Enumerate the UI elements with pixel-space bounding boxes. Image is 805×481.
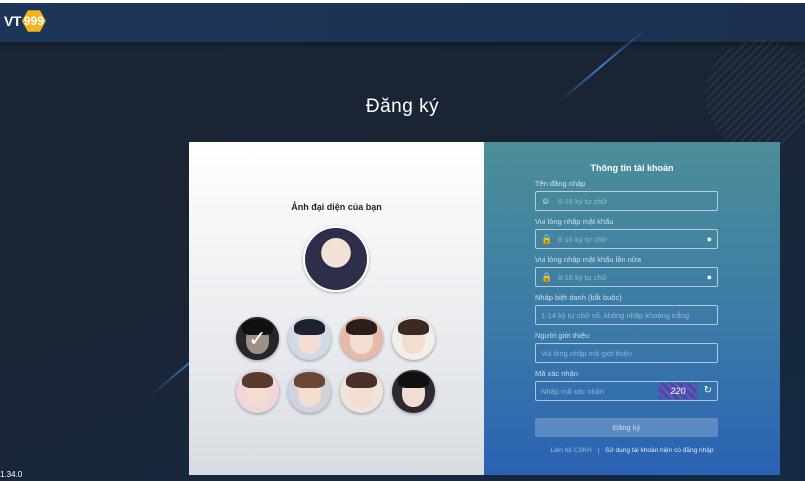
captcha-placeholder: Nhập mã xác nhận [541, 386, 604, 396]
lock-icon: 🔒 [541, 271, 553, 282]
avatar-option-female-avatar-3[interactable] [340, 370, 383, 413]
referrer-placeholder: Vui lòng nhập mã giới thiệu [541, 348, 632, 358]
avatar-option-female-avatar-2[interactable] [288, 370, 331, 413]
referrer-label: Người giới thiệu [535, 331, 590, 340]
avatar-hair [242, 372, 273, 388]
user-icon: ☺ [541, 196, 551, 206]
selected-avatar [303, 226, 369, 292]
avatar-option-female-avatar-4[interactable] [392, 370, 435, 413]
captcha-label: Mã xác nhận [535, 369, 578, 378]
login-existing-link[interactable]: Sử dụng tài khoản hiện có đăng nhập [605, 447, 713, 454]
link-separator: | [597, 447, 600, 454]
logo-text: VT [4, 13, 21, 29]
version-label: 1.34.0 [0, 470, 23, 479]
support-link[interactable]: Liên hệ CSKH [551, 447, 592, 454]
avatar-section-title: Ảnh đại diện của bạn [291, 202, 382, 212]
avatar-panel: Ảnh đại diện của bạn [189, 142, 484, 475]
eye-slash-icon[interactable]: ● [707, 234, 712, 244]
nickname-input[interactable]: 1-14 ký tự chữ số, không nhập khoảng trắ… [535, 305, 718, 325]
top-bar: VT 999 [0, 0, 805, 42]
account-form: Thông tin tài khoản Tên đăng nhập ☺ 6-16… [484, 142, 780, 475]
captcha-input[interactable]: Nhập mã xác nhận 220 ↻ [535, 381, 718, 401]
avatar-hair [294, 372, 325, 388]
avatar-option-female-avatar-1[interactable] [236, 370, 279, 413]
decorative-circle [705, 40, 805, 150]
form-title: Thông tin tài khoản [590, 163, 674, 173]
register-button[interactable]: Đăng ký [535, 418, 718, 437]
password-confirm-label: Vui lòng nhập mật khẩu lần nữa [535, 255, 642, 264]
avatar-hair [346, 319, 377, 335]
avatar-option-male-avatar-1[interactable] [236, 317, 279, 360]
avatar-hair [294, 319, 325, 335]
password-label: Vui lòng nhập mật khẩu [535, 217, 614, 226]
referrer-input[interactable]: Vui lòng nhập mã giới thiệu [535, 343, 718, 363]
avatar-hair [242, 319, 273, 335]
captcha-image: 220 [659, 383, 697, 399]
password-input[interactable]: 🔒 8-16 ký tự chữ ● [535, 229, 718, 249]
logo[interactable]: VT 999 [4, 9, 46, 33]
avatar-hair [398, 319, 429, 335]
eye-slash-icon[interactable]: ● [707, 272, 712, 282]
avatar-grid [236, 317, 435, 413]
avatar-hair [346, 372, 377, 388]
avatar-option-male-avatar-4[interactable] [392, 317, 435, 360]
avatar-option-male-avatar-3[interactable] [340, 317, 383, 360]
avatar-hair [398, 372, 429, 388]
password-placeholder: 8-16 ký tự chữ [558, 234, 607, 244]
nickname-label: Nhập biệt danh (bắt buộc) [535, 293, 622, 302]
password-confirm-placeholder: 8-16 ký tự chữ [558, 272, 607, 282]
username-input[interactable]: ☺ 6-16 ký tự chữ [535, 191, 718, 211]
refresh-icon[interactable]: ↻ [704, 385, 712, 396]
username-placeholder: 6-16 ký tự chữ [558, 196, 607, 206]
password-confirm-input[interactable]: 🔒 8-16 ký tự chữ ● [535, 267, 718, 287]
lock-icon: 🔒 [541, 233, 553, 244]
page-title: Đăng ký [365, 96, 440, 117]
avatar-face [246, 326, 269, 354]
register-panel: Ảnh đại diện của bạn Thông tin tài khoản… [189, 142, 780, 475]
nickname-placeholder: 1-14 ký tự chữ số, không nhập khoảng trắ… [541, 310, 690, 320]
logo-badge: 999 [21, 10, 46, 32]
username-label: Tên đăng nhập [535, 179, 586, 188]
footer-links: Liên hệ CSKH | Sử dụng tài khoản hiện có… [484, 447, 780, 454]
avatar-option-male-avatar-2[interactable] [288, 317, 331, 360]
